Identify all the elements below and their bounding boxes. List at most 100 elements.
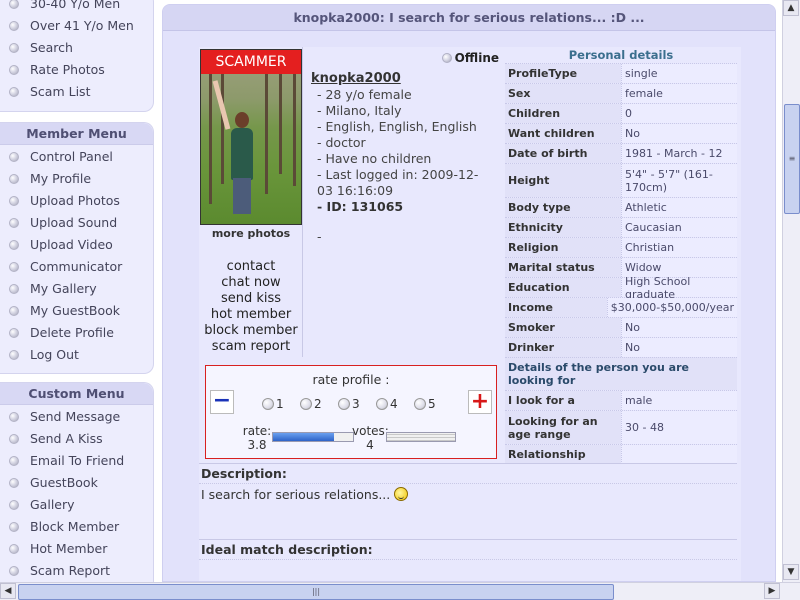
custom-menu-item-0[interactable]: Send Message — [0, 406, 153, 428]
detail-label: Education — [505, 278, 621, 297]
detail-row: ProfileType single — [505, 63, 737, 83]
more-photos-link[interactable]: more photos — [199, 227, 303, 240]
rate-down-button[interactable]: − — [210, 390, 234, 414]
bullet-icon — [9, 218, 19, 228]
looking-value — [621, 445, 737, 464]
rating-radio-2[interactable]: 3 — [338, 397, 376, 411]
action-link-0[interactable]: contact — [199, 259, 303, 275]
bullet-icon — [9, 350, 19, 360]
custom-menu-item-7[interactable]: Scam Report — [0, 560, 153, 582]
menu-item-label: Scam List — [30, 84, 91, 99]
detail-value: High School graduate — [621, 275, 737, 301]
member-menu-item-7[interactable]: My GuestBook — [0, 300, 153, 322]
smiley-icon — [394, 487, 409, 501]
member-menu-item-5[interactable]: Communicator — [0, 256, 153, 278]
vertical-scroll-thumb[interactable]: ≡ — [784, 104, 800, 214]
member-menu-item-6[interactable]: My Gallery — [0, 278, 153, 300]
scroll-up-arrow-icon[interactable]: ▲ — [783, 0, 799, 16]
member-menu-item-4[interactable]: Upload Video — [0, 234, 153, 256]
member-menu-item-3[interactable]: Upload Sound — [0, 212, 153, 234]
custom-menu-item-5[interactable]: Block Member — [0, 516, 153, 538]
radio-circle-icon — [376, 398, 388, 410]
looking-row: I look for a male — [505, 390, 737, 410]
custom-menu-item-6[interactable]: Hot Member — [0, 538, 153, 560]
radio-circle-icon — [414, 398, 426, 410]
custom-menu-item-1[interactable]: Send A Kiss — [0, 428, 153, 450]
detail-label: Sex — [505, 84, 621, 103]
rate-profile-label: rate profile : — [312, 372, 390, 387]
menu-item-label: Send Message — [30, 409, 121, 424]
votes-stat: votes: 4 — [352, 424, 389, 452]
sidebar-browse-item-1[interactable]: Over 41 Y/o Men — [0, 15, 153, 37]
description-body: I search for serious relations... — [201, 487, 409, 502]
member-menu-item-1[interactable]: My Profile — [0, 168, 153, 190]
custom-menu-item-3[interactable]: GuestBook — [0, 472, 153, 494]
profile-summary: - 28 y/o female - Milano, Italy - Englis… — [317, 87, 487, 215]
scroll-down-arrow-icon[interactable]: ▼ — [783, 564, 799, 580]
menu-item-label: Hot Member — [30, 541, 108, 556]
profile-info: Offline knopka2000 - 28 y/o female - Mil… — [305, 47, 503, 357]
rate-up-button[interactable]: + — [468, 390, 492, 414]
detail-label: Want children — [505, 124, 621, 143]
action-link-1[interactable]: chat now — [199, 275, 303, 291]
vertical-scrollbar[interactable]: ▲ ≡ ▼ — [782, 0, 800, 582]
detail-value: 0 — [621, 104, 737, 123]
rating-radio-3[interactable]: 4 — [376, 397, 414, 411]
sidebar-browse-item-3[interactable]: Rate Photos — [0, 59, 153, 81]
action-link-3[interactable]: hot member — [199, 307, 303, 323]
member-menu-item-2[interactable]: Upload Photos — [0, 190, 153, 212]
sidebar-browse-item-0[interactable]: 30-40 Y/o Men — [0, 0, 153, 15]
detail-label: Height — [505, 164, 621, 197]
sidebar-browse-item-4[interactable]: Scam List — [0, 81, 153, 103]
radio-label: 5 — [428, 397, 436, 411]
votes-bar-lines — [387, 433, 455, 441]
menu-item-label: My Profile — [30, 171, 92, 186]
languages: - English, English, English — [317, 119, 477, 134]
radio-circle-icon — [300, 398, 312, 410]
rate-bar — [272, 432, 354, 442]
horizontal-scrollbar[interactable]: ◀ ||| ▶ — [0, 582, 800, 600]
menu-item-label: Over 41 Y/o Men — [30, 18, 134, 33]
menu-item-label: Block Member — [30, 519, 120, 534]
username-link[interactable]: knopka2000 — [311, 71, 401, 86]
sidebar-browse-item-2[interactable]: Search — [0, 37, 153, 59]
horizontal-scroll-thumb[interactable]: ||| — [18, 584, 614, 600]
status-text: Offline — [454, 51, 499, 65]
menu-item-label: GuestBook — [30, 475, 98, 490]
detail-value: single — [621, 64, 737, 83]
votes-label: votes: — [352, 424, 389, 438]
age-gender: - 28 y/o female — [317, 87, 412, 102]
looking-value: 30 - 48 — [621, 411, 737, 444]
scroll-right-arrow-icon[interactable]: ▶ — [764, 583, 780, 599]
menu-item-label: Upload Sound — [30, 215, 118, 230]
custom-menu-item-2[interactable]: Email To Friend — [0, 450, 153, 472]
action-link-5[interactable]: scam report — [199, 339, 303, 355]
detail-label: Marital status — [505, 258, 621, 277]
detail-label: Ethnicity — [505, 218, 621, 237]
rating-radio-1[interactable]: 2 — [300, 397, 338, 411]
rating-radio-4[interactable]: 5 — [414, 397, 452, 411]
custom-menu-item-4[interactable]: Gallery — [0, 494, 153, 516]
custom-menu-panel: Custom Menu Send Message Send A Kiss Email… — [0, 382, 154, 582]
bullet-icon — [9, 544, 19, 554]
looking-value: male — [621, 391, 737, 410]
action-link-2[interactable]: send kiss — [199, 291, 303, 307]
radio-circle-icon — [262, 398, 274, 410]
detail-label: Date of birth — [505, 144, 621, 163]
looking-label: Relationship — [505, 445, 621, 464]
member-menu-item-9[interactable]: Log Out — [0, 344, 153, 366]
looking-label: I look for a — [505, 391, 621, 410]
rating-radio-0[interactable]: 1 — [262, 397, 300, 411]
detail-value: Caucasian — [621, 218, 737, 237]
action-link-4[interactable]: block member — [199, 323, 303, 339]
member-menu-item-0[interactable]: Control Panel — [0, 146, 153, 168]
member-menu-item-8[interactable]: Delete Profile — [0, 322, 153, 344]
bullet-icon — [9, 240, 19, 250]
bullet-icon — [9, 456, 19, 466]
scammer-badge: SCAMMER — [201, 50, 301, 74]
detail-label: Religion — [505, 238, 621, 257]
profile-photo[interactable]: SCAMMER — [200, 49, 302, 225]
detail-value: No — [621, 338, 737, 357]
scroll-left-arrow-icon[interactable]: ◀ — [0, 583, 16, 599]
bullet-icon — [9, 0, 19, 9]
